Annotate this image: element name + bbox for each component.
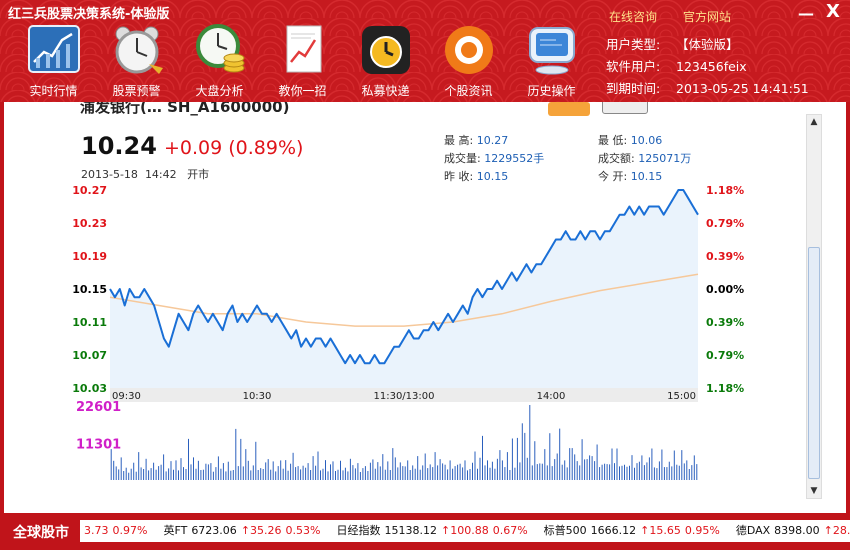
software-user-row: 软件用户: 123456feix — [606, 56, 747, 75]
toolbar-label: 私募快递 — [361, 84, 410, 98]
computer-monitor-icon — [528, 27, 575, 75]
alarm-clock-icon — [115, 26, 163, 74]
toolbar-market-analysis[interactable]: 大盘分析 — [178, 22, 261, 100]
close-button[interactable]: X — [826, 1, 840, 22]
intraday-chart: 10.27 1.18% 10.23 0.79% 10.19 0.39% 10.15 0.00%… — [72, 184, 744, 480]
ticker-value: 15138.12 — [384, 524, 437, 537]
toolbar-tutorial[interactable]: 教你一招 — [261, 22, 344, 100]
expire-label: 到期时间: — [606, 81, 661, 96]
toolbar-label: 个股资讯 — [444, 84, 493, 98]
y-tick-label: 10.19 — [72, 250, 107, 263]
ticker-change: ↑28. — [823, 524, 850, 537]
toolbar-private-express[interactable]: 私募快递 — [344, 22, 427, 100]
y-tick-label: 10.11 — [72, 316, 107, 329]
y-pct-tick-label: 1.18% — [706, 382, 744, 395]
toolbar-label: 历史操作 — [527, 84, 576, 98]
toolbar-label: 股票预警 — [112, 84, 161, 98]
target-disc-icon — [444, 26, 493, 74]
x-tick-label: 14:00 — [537, 391, 566, 402]
global-market-label: 全球股市 — [13, 525, 69, 541]
y-pct-tick-label: 0.39% — [706, 316, 744, 329]
ticker-value: 8398.00 — [774, 524, 820, 537]
toolbar-history[interactable]: 历史操作 — [510, 22, 593, 100]
ticker-item: 标普500 1666.12 ↑15.65 0.95% — [544, 520, 720, 542]
ticker-value: 1666.12 — [590, 524, 637, 537]
scroll-thumb[interactable] — [808, 247, 820, 479]
ticker-strip: 3.73 0.97% 英FT 6723.06 ↑35.26 0.53% 日经指数 15138.… — [80, 520, 850, 542]
ticker-change: ↑35.26 — [240, 524, 282, 537]
ticker-name: 英FT — [163, 524, 188, 537]
ticker-item: 英FT 6723.06 ↑35.26 0.53% — [163, 520, 320, 542]
volume-tick-label: 22601 — [76, 400, 121, 415]
x-tick-label: 11:30/13:00 — [373, 391, 434, 402]
ticker-change: ↑15.65 — [640, 524, 681, 537]
alarm-timer-icon — [361, 26, 410, 74]
y-tick-label: 10.23 — [72, 217, 107, 230]
user-type-row: 用户类型: 【体验版】 — [606, 34, 739, 53]
ticker-change: 3.73 — [84, 524, 109, 537]
minimize-button[interactable]: — — [798, 4, 814, 23]
y-pct-tick-label: 0.39% — [706, 250, 744, 263]
toolbar-stock-news[interactable]: 个股资讯 — [427, 22, 510, 100]
ticker-change: ↑100.88 — [440, 524, 489, 537]
global-market-bar: 全球股市 3.73 0.97% 英FT 6723.06 ↑35.26 0.53% 日经指数 1… — [0, 514, 850, 550]
y-tick-label: 10.27 — [72, 184, 107, 197]
toolbar-label: 实时行情 — [29, 84, 78, 98]
toolbar-label: 大盘分析 — [195, 84, 244, 98]
toolbar-label: 教你一招 — [278, 84, 327, 98]
website-link[interactable]: 官方网站 — [683, 8, 731, 25]
consult-link[interactable]: 在线咨询 — [609, 8, 657, 25]
scroll-down-arrow-icon[interactable]: ▼ — [807, 484, 821, 498]
y-pct-tick-label: 0.79% — [706, 349, 744, 362]
scroll-up-arrow-icon[interactable]: ▲ — [807, 115, 821, 129]
toolbar-realtime-quotes[interactable]: 实时行情 — [12, 22, 95, 100]
y-pct-tick-label: 0.79% — [706, 217, 744, 230]
expire-row: 到期时间: 2013-05-25 14:41:51 — [606, 78, 809, 97]
software-user-label: 软件用户: — [606, 59, 661, 74]
ticker-value: 6723.06 — [191, 524, 237, 537]
user-type-value: 【体验版】 — [676, 37, 739, 52]
ticker-pct: 0.53% — [285, 524, 321, 537]
app-title: 红三兵股票决策系统-体验版 — [8, 7, 170, 22]
ticker-name: 标普500 — [543, 524, 587, 537]
app-header: 红三兵股票决策系统-体验版 在线咨询 官方网站 — X 实时行情 股票预警 大盘… — [0, 0, 850, 102]
y-tick-label: 10.15 — [72, 283, 107, 296]
ticker-item: 德DAX 8398.00 ↑28. — [736, 520, 850, 542]
chart-board-icon — [27, 25, 80, 73]
x-tick-label: 10:30 — [243, 391, 272, 402]
ticker-name: 德DAX — [735, 524, 771, 537]
y-tick-label: 10.03 — [72, 382, 107, 395]
software-user-value: 123456feix — [676, 59, 747, 74]
clock-coins-icon — [195, 24, 244, 73]
main-toolbar: 实时行情 股票预警 大盘分析 教你一招 私募快递 个股资讯 历史操作 — [12, 22, 593, 100]
volume-tick-label: 11301 — [76, 437, 121, 452]
document-chart-icon — [286, 25, 321, 73]
ticker-item: 日经指数 15138.12 ↑100.88 0.67% — [336, 520, 527, 542]
toolbar-stock-alert[interactable]: 股票预警 — [95, 22, 178, 100]
ticker-item: 3.73 0.97% — [80, 520, 147, 542]
y-pct-tick-label: 1.18% — [706, 184, 744, 197]
quote-panel: 浦发银行(… SH_A1600000) 10.24 +0.09 (0.89%) … — [4, 102, 846, 513]
user-type-label: 用户类型: — [606, 37, 661, 52]
y-pct-tick-label: 0.00% — [706, 283, 744, 296]
vertical-scrollbar[interactable]: ▲ ▼ — [806, 114, 822, 499]
x-tick-label: 15:00 — [667, 391, 696, 402]
expire-value: 2013-05-25 14:41:51 — [676, 81, 809, 96]
ticker-pct: 0.67% — [492, 524, 528, 537]
ticker-name: 日经指数 — [336, 524, 381, 537]
ticker-pct: 0.97% — [112, 524, 148, 537]
y-tick-label: 10.07 — [72, 349, 107, 362]
ticker-pct: 0.95% — [684, 524, 720, 537]
